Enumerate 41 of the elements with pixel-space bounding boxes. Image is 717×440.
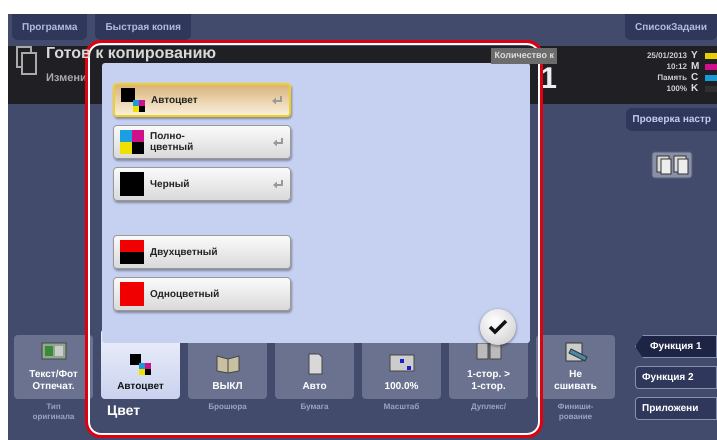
function-button[interactable]: Не сшивать: [536, 335, 615, 399]
function-label: Тип оригинала: [32, 402, 76, 422]
color-squares-icon: [128, 353, 154, 375]
color-option[interactable]: Полно- цветный: [113, 125, 291, 159]
color-swatch-icon: [120, 240, 144, 264]
toner-label: C: [691, 72, 700, 83]
status-message: Измени: [46, 71, 88, 86]
color-option[interactable]: Одноцветный: [113, 277, 291, 311]
function-tab[interactable]: Приложени: [635, 397, 717, 420]
color-swatch-icon: [121, 88, 145, 112]
check-settings-button[interactable]: Проверка настр: [626, 108, 717, 131]
job-list-button[interactable]: СписокЗадани: [624, 14, 717, 40]
color-swatch-icon: [120, 172, 144, 196]
function-label: Брошюра: [207, 402, 248, 412]
function-label: Масштаб: [382, 402, 420, 412]
date-text: 25/01/2013: [646, 50, 687, 61]
memory-value: 100%: [666, 83, 687, 94]
copy-mode-icon: [651, 151, 693, 179]
function-label: Цвет: [106, 402, 142, 418]
color-swatch-icon: [120, 282, 144, 306]
toner-label: M: [691, 61, 700, 72]
color-option[interactable]: Двухцветный: [113, 235, 291, 269]
copies-count: 1: [540, 64, 557, 94]
toner-label: Y: [691, 50, 699, 61]
memory-label: Память: [656, 72, 687, 83]
page-stapler-icon: [562, 341, 588, 363]
toner-label: K: [691, 83, 700, 94]
color-swatch-icon: [120, 130, 144, 154]
time-text: 10:12: [666, 61, 687, 72]
function-button[interactable]: Текст/Фот Отпечат.: [14, 335, 93, 399]
function-label: Бумага: [299, 402, 330, 412]
color-option[interactable]: Автоцвет: [113, 83, 291, 117]
function-label: Дуплекс/: [470, 402, 508, 412]
function-tab[interactable]: Функция 1: [635, 335, 717, 358]
color-option[interactable]: Черный: [113, 167, 291, 201]
tab-button[interactable]: Программа: [12, 14, 88, 40]
check-icon: [488, 319, 508, 335]
tab-button[interactable]: Быстрая копия: [95, 14, 191, 40]
function-label: Финиши- рование: [556, 402, 594, 422]
function-tab[interactable]: Функция 2: [635, 366, 717, 389]
copies-label: Количество к: [491, 48, 557, 64]
